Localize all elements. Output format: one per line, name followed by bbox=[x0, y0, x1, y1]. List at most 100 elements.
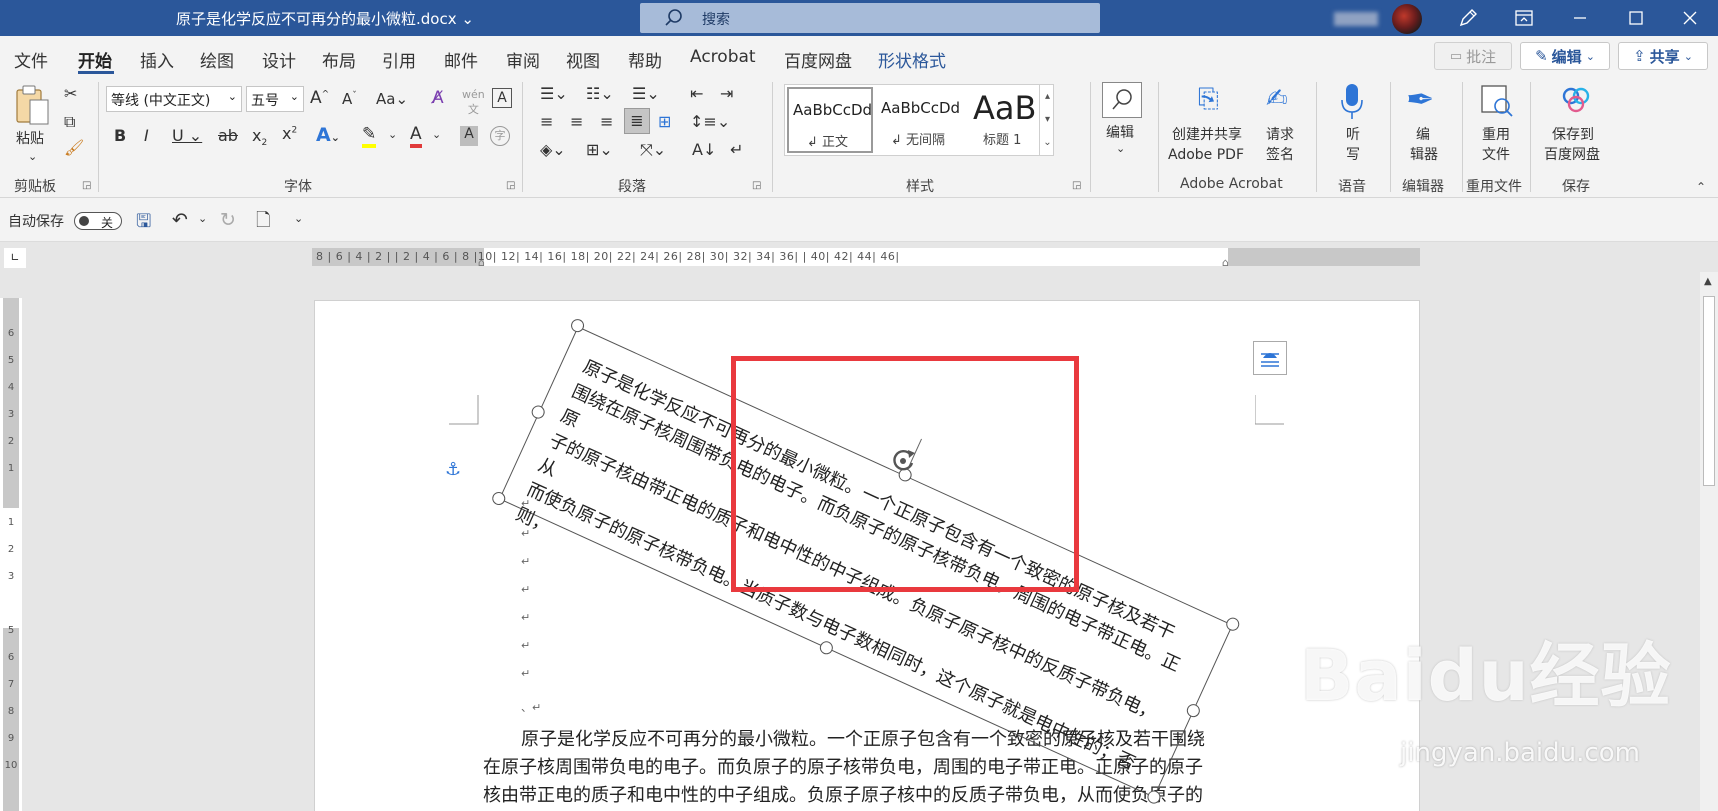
subscript-icon[interactable]: x2 bbox=[252, 126, 267, 148]
tab-review[interactable]: 审阅 bbox=[506, 47, 540, 72]
borders-icon[interactable]: ⊞⌄ bbox=[586, 140, 613, 159]
style-normal[interactable]: AaBbCcDd ↲ 正文 bbox=[787, 87, 873, 153]
tab-design[interactable]: 设计 bbox=[262, 47, 296, 72]
vertical-scrollbar[interactable]: ▲ bbox=[1700, 272, 1718, 811]
tab-shape-format[interactable]: 形状格式 bbox=[878, 47, 946, 72]
shading-icon[interactable]: ◈⌄ bbox=[540, 140, 566, 159]
line-spacing-icon[interactable]: ↕≡⌄ bbox=[690, 112, 730, 131]
grow-font-icon[interactable]: A^ bbox=[310, 88, 329, 108]
search-box[interactable]: 搜索 bbox=[640, 3, 1100, 33]
adobe-pdf-label[interactable]: Adobe PDF bbox=[1168, 146, 1244, 164]
pen-icon[interactable] bbox=[1440, 0, 1496, 36]
chevron-down-icon[interactable]: ⌄ bbox=[432, 128, 441, 141]
save-netdisk-label-2[interactable]: 百度网盘 bbox=[1544, 146, 1600, 164]
bullets-icon[interactable]: ☰⌄ bbox=[540, 84, 568, 103]
baidu-netdisk-icon[interactable] bbox=[1560, 84, 1592, 114]
chevron-down-icon[interactable]: ⌄ bbox=[198, 212, 207, 225]
format-painter-icon[interactable]: 🖌 bbox=[64, 138, 84, 157]
edit-mode-button[interactable]: ✎ 编辑 ⌄ bbox=[1520, 42, 1610, 70]
close-icon[interactable] bbox=[1662, 0, 1718, 36]
editor-label-1[interactable]: 编 bbox=[1416, 126, 1430, 144]
find-icon[interactable] bbox=[1102, 82, 1142, 118]
text-effects-icon[interactable]: A⌄ bbox=[316, 124, 340, 146]
scrollbar-thumb[interactable] bbox=[1703, 296, 1715, 486]
request-label[interactable]: 请求 bbox=[1266, 126, 1294, 144]
paste-icon[interactable] bbox=[14, 84, 50, 128]
tab-draw[interactable]: 绘图 bbox=[200, 47, 234, 72]
tab-view[interactable]: 视图 bbox=[566, 47, 600, 72]
superscript-icon[interactable]: x2 bbox=[282, 124, 297, 143]
document-title[interactable]: 原子是化学反应不可再分的最小微粒.docx ⌄ bbox=[176, 8, 474, 29]
tab-references[interactable]: 引用 bbox=[382, 47, 416, 72]
save-icon[interactable]: 🖫 bbox=[136, 209, 151, 239]
anchor-icon[interactable]: ⚓ bbox=[445, 459, 461, 480]
shrink-font-icon[interactable]: Aˇ bbox=[342, 90, 357, 108]
tab-selector-icon[interactable]: ∟ bbox=[4, 248, 26, 268]
underline-icon[interactable]: U ⌄ bbox=[172, 126, 202, 145]
create-pdf-icon[interactable]: ⎘ bbox=[1198, 84, 1219, 115]
dialog-launcher-icon[interactable]: ◲ bbox=[1072, 180, 1081, 191]
indent-marker[interactable]: ⌂ bbox=[478, 256, 485, 269]
change-case-icon[interactable]: Aa⌄ bbox=[376, 90, 408, 108]
styles-scroll[interactable]: ▴ ▾ ⌄ bbox=[1039, 85, 1055, 155]
distributed-icon[interactable]: ⊞ bbox=[658, 112, 671, 131]
customize-toolbar-icon[interactable]: ⌄ bbox=[294, 212, 303, 225]
style-no-spacing[interactable]: AaBbCcDd ↲ 无间隔 bbox=[877, 87, 965, 153]
bold-icon[interactable]: B bbox=[114, 126, 126, 145]
tab-file[interactable]: 文件 bbox=[14, 47, 48, 72]
reuse-file-icon[interactable] bbox=[1480, 84, 1514, 118]
ribbon-display-icon[interactable] bbox=[1496, 0, 1552, 36]
dialog-launcher-icon[interactable]: ◲ bbox=[752, 180, 761, 191]
tab-acrobat[interactable]: Acrobat bbox=[690, 47, 756, 67]
collapse-ribbon-icon[interactable]: ⌃ bbox=[1696, 180, 1706, 194]
increase-indent-icon[interactable]: ⇥ bbox=[720, 84, 733, 103]
vertical-ruler[interactable]: 6 5 4 3 2 1 1 2 3 5 6 7 8 9 10 bbox=[0, 298, 22, 811]
character-shading-icon[interactable]: A bbox=[460, 126, 478, 146]
align-left-icon[interactable]: ≡ bbox=[540, 112, 553, 131]
italic-icon[interactable]: I bbox=[144, 126, 149, 145]
microphone-icon[interactable] bbox=[1338, 82, 1366, 122]
user-name[interactable] bbox=[1334, 12, 1378, 26]
font-color-icon[interactable]: A bbox=[410, 124, 422, 148]
redo-icon[interactable]: ↻ bbox=[220, 209, 236, 231]
dictate-label-1[interactable]: 听 bbox=[1346, 126, 1360, 144]
phonetic-guide-icon[interactable]: wén 文 bbox=[462, 88, 485, 117]
chevron-down-icon[interactable]: ⌄ bbox=[28, 150, 37, 163]
scroll-up-icon[interactable]: ▲ bbox=[1704, 276, 1712, 287]
font-name-select[interactable]: 等线 (中文正文) ⌄ bbox=[106, 86, 242, 112]
minimize-icon[interactable] bbox=[1552, 0, 1608, 36]
multilevel-list-icon[interactable]: ☰⌄ bbox=[632, 84, 660, 103]
request-signature-icon[interactable]: ✍ bbox=[1266, 84, 1288, 114]
tab-help[interactable]: 帮助 bbox=[628, 47, 662, 72]
highlight-icon[interactable]: ✎ bbox=[362, 124, 377, 148]
chevron-down-icon[interactable]: ⌄ bbox=[388, 128, 397, 141]
tab-layout[interactable]: 布局 bbox=[322, 47, 356, 72]
avatar[interactable] bbox=[1392, 4, 1422, 34]
font-size-select[interactable]: 五号 ⌄ bbox=[246, 86, 304, 112]
editor-icon[interactable]: ✒ bbox=[1406, 80, 1435, 120]
editor-label-2[interactable]: 辑器 bbox=[1410, 146, 1438, 164]
justify-icon[interactable]: ≣ bbox=[624, 108, 650, 134]
right-indent-marker[interactable]: ⌂ bbox=[1222, 256, 1229, 269]
tab-baidu-netdisk[interactable]: 百度网盘 bbox=[784, 47, 852, 72]
enclose-characters-icon[interactable]: 字 bbox=[490, 126, 510, 146]
character-border-icon[interactable]: A bbox=[492, 88, 512, 108]
chinese-layout-icon[interactable]: ⤧⌄ bbox=[640, 140, 666, 160]
dialog-launcher-icon[interactable]: ◲ bbox=[506, 180, 515, 191]
create-share-label[interactable]: 创建并共享 bbox=[1172, 126, 1242, 144]
new-document-icon[interactable]: 🗋 bbox=[256, 208, 270, 238]
undo-icon[interactable]: ↶ bbox=[172, 209, 188, 231]
clear-formatting-icon[interactable]: A̸ bbox=[432, 88, 444, 108]
cut-icon[interactable]: ✂ bbox=[64, 84, 77, 103]
reuse-label-1[interactable]: 重用 bbox=[1482, 126, 1510, 144]
comment-button[interactable]: ▭ 批注 bbox=[1434, 42, 1512, 70]
autosave-toggle[interactable]: 关 bbox=[74, 212, 122, 230]
tab-mailings[interactable]: 邮件 bbox=[444, 47, 478, 72]
dictate-label-2[interactable]: 写 bbox=[1346, 146, 1360, 164]
strikethrough-icon[interactable]: ab bbox=[218, 126, 238, 145]
sort-icon[interactable]: A↓ bbox=[692, 140, 716, 159]
maximize-icon[interactable] bbox=[1608, 0, 1664, 36]
tab-insert[interactable]: 插入 bbox=[140, 47, 174, 72]
tab-home[interactable]: 开始 bbox=[78, 47, 112, 72]
decrease-indent-icon[interactable]: ⇤ bbox=[690, 84, 703, 103]
